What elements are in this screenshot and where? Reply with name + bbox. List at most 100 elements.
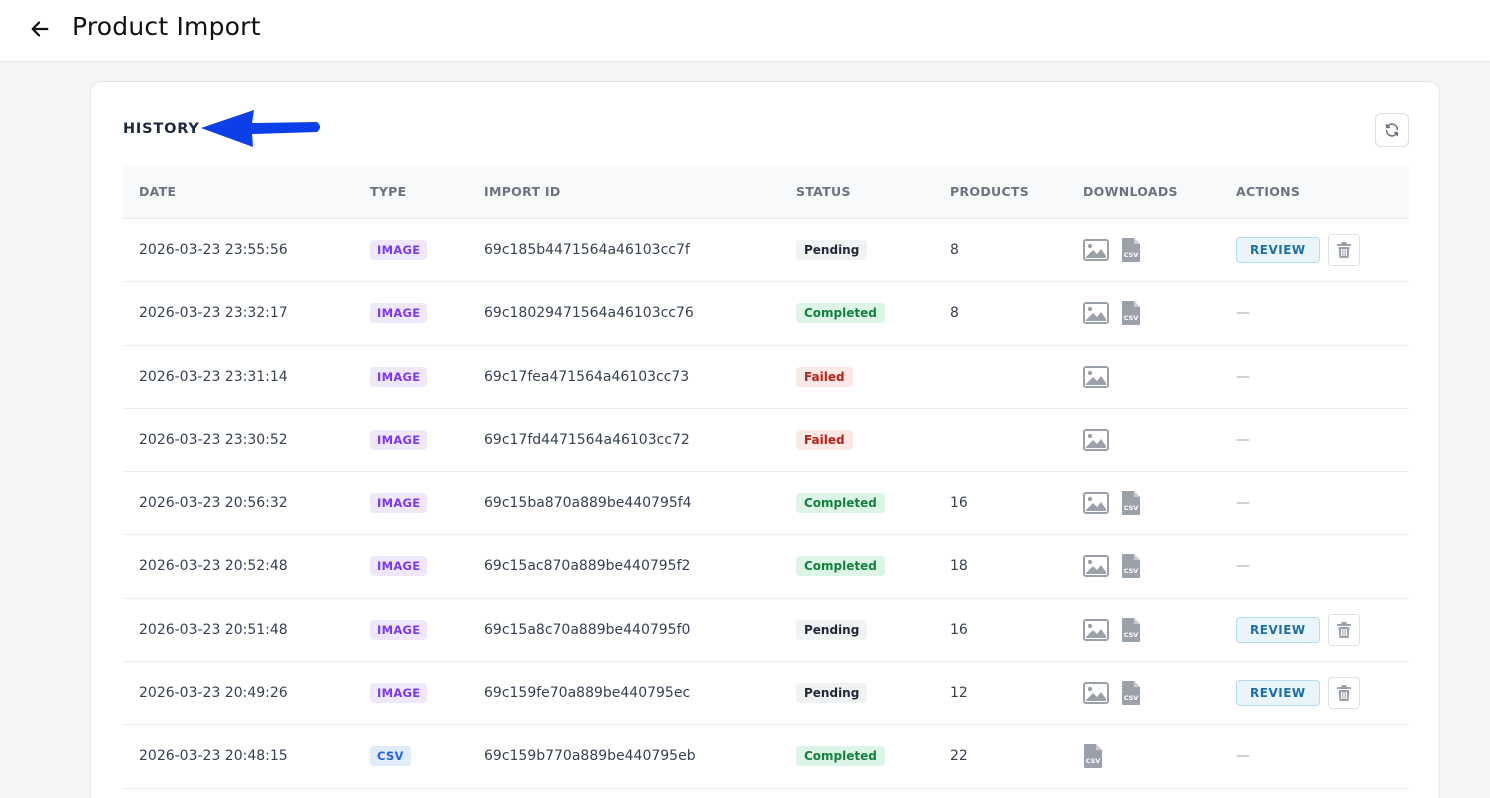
type-badge: IMAGE bbox=[370, 493, 428, 514]
image-download-icon[interactable] bbox=[1083, 428, 1109, 451]
cell-type: IMAGE bbox=[370, 535, 428, 597]
cell-status: Completed bbox=[796, 472, 885, 534]
table-row: 2026-03-23 20:52:48 IMAGE 69c15ac870a889be… bbox=[123, 535, 1409, 599]
history-table: DATE TYPE IMPORT ID STATUS PRODUCTS DOWN… bbox=[123, 166, 1409, 789]
cell-actions: — bbox=[1236, 535, 1250, 597]
status-badge: Pending bbox=[796, 619, 868, 640]
status-badge: Pending bbox=[796, 240, 868, 260]
page-title: Product Import bbox=[72, 12, 261, 41]
cell-date: 2026-03-23 20:56:32 bbox=[139, 495, 288, 512]
history-title: HISTORY bbox=[123, 121, 200, 137]
arrow-annotation-icon bbox=[201, 110, 320, 147]
image-download-icon[interactable] bbox=[1083, 492, 1109, 515]
no-action-dash: — bbox=[1236, 495, 1250, 512]
no-action-dash: — bbox=[1236, 305, 1250, 322]
cell-products: 8 bbox=[950, 242, 959, 258]
image-download-icon[interactable] bbox=[1083, 239, 1109, 261]
cell-import-id: 69c18029471564a46103cc76 bbox=[484, 305, 694, 322]
csv-download-icon[interactable]: CSV bbox=[1121, 553, 1141, 579]
table-row: 2026-03-23 20:48:15 CSV 69c159b770a889be44… bbox=[123, 725, 1409, 789]
image-download-icon[interactable] bbox=[1083, 618, 1109, 641]
no-action-dash: — bbox=[1236, 558, 1250, 575]
type-badge: IMAGE bbox=[370, 366, 428, 387]
arrow-left-icon bbox=[31, 21, 49, 37]
refresh-button[interactable] bbox=[1375, 113, 1409, 147]
cell-actions: — bbox=[1236, 725, 1250, 787]
type-badge: IMAGE bbox=[370, 429, 428, 450]
back-button[interactable] bbox=[26, 16, 54, 42]
image-download-icon[interactable] bbox=[1083, 365, 1109, 388]
cell-actions: REVIEW bbox=[1236, 599, 1360, 661]
cell-actions: REVIEW bbox=[1236, 219, 1360, 281]
delete-button[interactable] bbox=[1327, 677, 1360, 710]
cell-downloads: CSV bbox=[1083, 219, 1141, 281]
cell-date: 2026-03-23 20:49:26 bbox=[139, 685, 288, 702]
csv-download-icon[interactable]: CSV bbox=[1121, 617, 1141, 643]
table-row: 2026-03-23 23:31:14 IMAGE 69c17fea471564a4… bbox=[123, 346, 1409, 409]
status-badge: Pending bbox=[796, 683, 868, 704]
cell-products: 18 bbox=[950, 558, 968, 575]
trash-icon bbox=[1336, 685, 1351, 702]
cell-import-id: 69c15ba870a889be440795f4 bbox=[484, 495, 692, 512]
cell-downloads: CSV bbox=[1083, 472, 1141, 534]
no-action-dash: — bbox=[1236, 368, 1250, 385]
cell-status: Completed bbox=[796, 535, 885, 597]
column-header-actions: ACTIONS bbox=[1236, 184, 1301, 199]
cell-type: IMAGE bbox=[370, 282, 428, 344]
column-header-products: PRODUCTS bbox=[950, 184, 1030, 199]
cell-type: IMAGE bbox=[370, 662, 428, 724]
cell-date: 2026-03-23 23:30:52 bbox=[139, 431, 288, 448]
cell-downloads: CSV bbox=[1083, 725, 1103, 787]
cell-type: IMAGE bbox=[370, 219, 428, 281]
cell-products: 8 bbox=[950, 305, 959, 322]
type-badge: IMAGE bbox=[370, 240, 428, 260]
cell-downloads bbox=[1083, 346, 1109, 408]
cell-date: 2026-03-23 23:31:14 bbox=[139, 368, 288, 385]
csv-download-icon[interactable]: CSV bbox=[1121, 680, 1141, 706]
cell-date: 2026-03-23 20:48:15 bbox=[139, 748, 288, 765]
trash-icon bbox=[1336, 621, 1351, 638]
cell-type: IMAGE bbox=[370, 346, 428, 408]
table-row: 2026-03-23 23:30:52 IMAGE 69c17fd4471564a4… bbox=[123, 409, 1409, 473]
cell-status: Failed bbox=[796, 346, 853, 408]
image-download-icon[interactable] bbox=[1083, 302, 1109, 325]
cell-import-id: 69c159fe70a889be440795ec bbox=[484, 685, 691, 702]
status-badge: Failed bbox=[796, 366, 853, 387]
svg-text:CSV: CSV bbox=[1124, 631, 1139, 639]
cell-status: Completed bbox=[796, 725, 885, 787]
cell-products: 16 bbox=[950, 621, 968, 638]
type-badge: IMAGE bbox=[370, 303, 428, 324]
cell-date: 2026-03-23 20:51:48 bbox=[139, 621, 288, 638]
cell-type: CSV bbox=[370, 725, 411, 787]
cell-status: Failed bbox=[796, 409, 853, 471]
delete-button[interactable] bbox=[1327, 234, 1360, 266]
image-download-icon[interactable] bbox=[1083, 682, 1109, 705]
svg-text:CSV: CSV bbox=[1124, 504, 1139, 512]
cell-status: Pending bbox=[796, 599, 868, 661]
image-download-icon[interactable] bbox=[1083, 555, 1109, 578]
cell-import-id: 69c15a8c70a889be440795f0 bbox=[484, 621, 691, 638]
csv-download-icon[interactable]: CSV bbox=[1121, 300, 1141, 326]
cell-actions: — bbox=[1236, 282, 1250, 344]
csv-download-icon[interactable]: CSV bbox=[1121, 237, 1141, 263]
table-header: DATE TYPE IMPORT ID STATUS PRODUCTS DOWN… bbox=[123, 166, 1409, 219]
status-badge: Completed bbox=[796, 493, 885, 514]
svg-text:CSV: CSV bbox=[1124, 314, 1139, 322]
cell-status: Completed bbox=[796, 282, 885, 344]
cell-date: 2026-03-23 23:55:56 bbox=[139, 242, 288, 258]
review-button[interactable]: REVIEW bbox=[1236, 237, 1320, 263]
delete-button[interactable] bbox=[1327, 613, 1360, 646]
review-button[interactable]: REVIEW bbox=[1236, 616, 1320, 643]
cell-import-id: 69c15ac870a889be440795f2 bbox=[484, 558, 691, 575]
cell-status: Pending bbox=[796, 219, 868, 281]
trash-icon bbox=[1336, 242, 1351, 258]
table-row: 2026-03-23 23:55:56 IMAGE 69c185b4471564a4… bbox=[123, 219, 1409, 283]
cell-actions: — bbox=[1236, 472, 1250, 534]
cell-actions: — bbox=[1236, 346, 1250, 408]
type-badge: IMAGE bbox=[370, 556, 428, 577]
no-action-dash: — bbox=[1236, 748, 1250, 765]
review-button[interactable]: REVIEW bbox=[1236, 680, 1320, 707]
csv-download-icon[interactable]: CSV bbox=[1083, 743, 1103, 769]
cell-import-id: 69c159b770a889be440795eb bbox=[484, 748, 696, 765]
csv-download-icon[interactable]: CSV bbox=[1121, 490, 1141, 516]
